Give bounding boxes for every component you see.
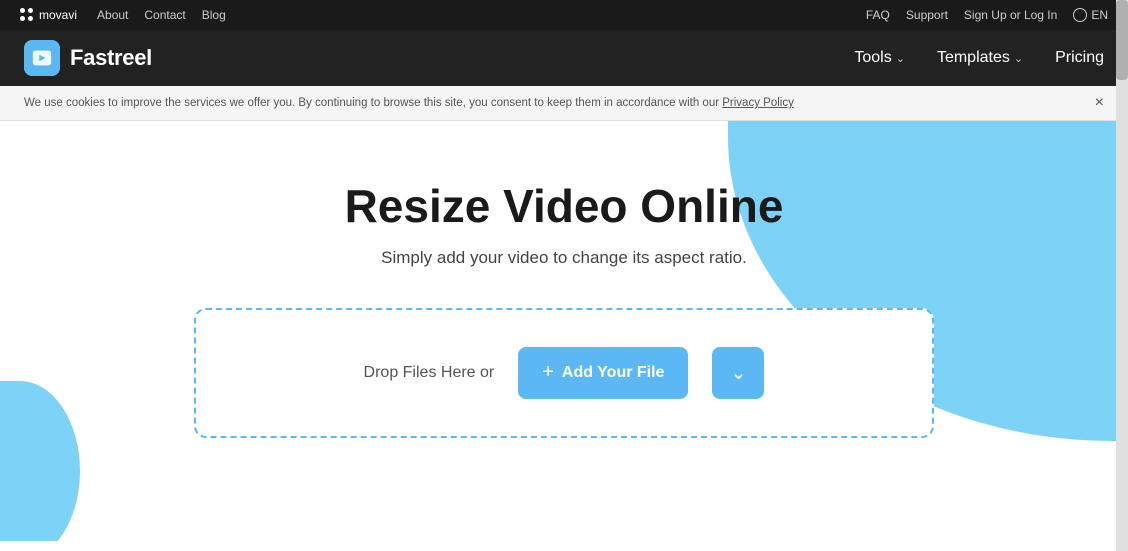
- tools-chevron-icon: ⌄: [896, 52, 905, 65]
- tools-menu[interactable]: Tools ⌄: [854, 49, 905, 67]
- dropdown-button[interactable]: ⌄: [712, 347, 764, 399]
- templates-chevron-icon: ⌄: [1014, 52, 1023, 65]
- drop-text: Drop Files Here or: [364, 364, 495, 382]
- hero-content: Resize Video Online Simply add your vide…: [174, 181, 954, 438]
- hero-title: Resize Video Online: [345, 181, 784, 232]
- cookie-text: We use cookies to improve the services w…: [24, 97, 794, 109]
- pricing-link[interactable]: Pricing: [1055, 49, 1104, 67]
- main-nav-right: Tools ⌄ Templates ⌄ Pricing: [854, 49, 1104, 67]
- cookie-banner: We use cookies to improve the services w…: [0, 86, 1128, 121]
- top-bar-right: FAQ Support Sign Up or Log In EN: [866, 8, 1108, 22]
- globe-icon: [1073, 8, 1087, 22]
- cookie-close-button[interactable]: ×: [1095, 94, 1104, 112]
- main-nav: Fastreel Tools ⌄ Templates ⌄ Pricing: [0, 30, 1128, 86]
- chevron-down-icon: ⌄: [730, 360, 747, 385]
- brand: Fastreel: [24, 40, 152, 76]
- hero-subtitle: Simply add your video to change its aspe…: [381, 248, 747, 268]
- fastreel-logo-icon: [24, 40, 60, 76]
- decorative-shape-bottom-left: [0, 381, 80, 541]
- top-bar-left: movavi About Contact Blog: [20, 8, 226, 22]
- auth-link[interactable]: Sign Up or Log In: [964, 8, 1057, 22]
- faq-link[interactable]: FAQ: [866, 8, 890, 22]
- movavi-brand-name: movavi: [39, 8, 77, 22]
- scrollbar[interactable]: [1116, 0, 1128, 551]
- nav-about[interactable]: About: [97, 8, 128, 22]
- top-bar-nav: About Contact Blog: [97, 8, 226, 22]
- nav-blog[interactable]: Blog: [202, 8, 226, 22]
- templates-menu[interactable]: Templates ⌄: [937, 49, 1023, 67]
- language-selector[interactable]: EN: [1073, 8, 1108, 22]
- templates-label: Templates: [937, 49, 1010, 67]
- tools-label: Tools: [854, 49, 891, 67]
- plus-icon: +: [542, 361, 554, 384]
- add-file-button[interactable]: + Add Your File: [518, 347, 688, 399]
- hero-section: Resize Video Online Simply add your vide…: [0, 121, 1128, 541]
- movavi-dots-icon: [20, 8, 34, 22]
- support-link[interactable]: Support: [906, 8, 948, 22]
- movavi-logo: movavi: [20, 8, 77, 22]
- drop-zone[interactable]: Drop Files Here or + Add Your File ⌄: [194, 308, 934, 438]
- add-file-label: Add Your File: [562, 364, 665, 382]
- language-label: EN: [1091, 8, 1108, 22]
- brand-name: Fastreel: [70, 45, 152, 71]
- privacy-policy-link[interactable]: Privacy Policy: [722, 97, 794, 109]
- top-bar: movavi About Contact Blog FAQ Support Si…: [0, 0, 1128, 30]
- scrollbar-thumb[interactable]: [1116, 0, 1128, 80]
- nav-contact[interactable]: Contact: [144, 8, 185, 22]
